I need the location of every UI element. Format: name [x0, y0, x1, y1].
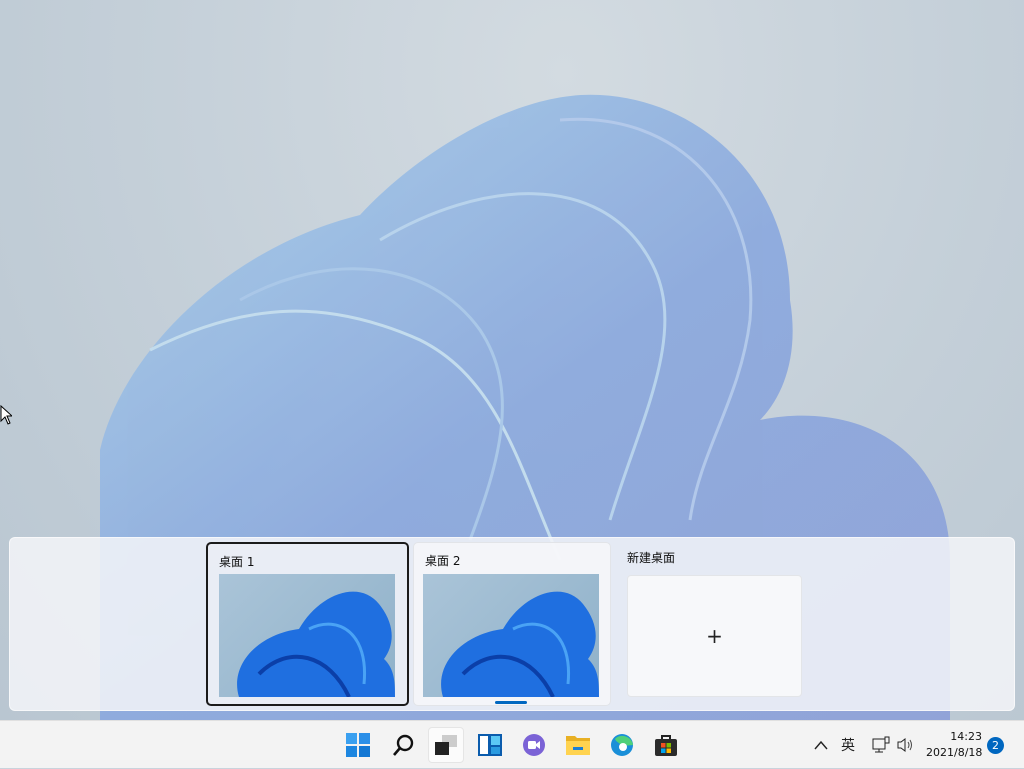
ime-indicator: 英 [841, 735, 855, 755]
teams-chat-icon [522, 733, 546, 757]
network-icon [872, 736, 890, 754]
date: 2021/8/18 [926, 745, 982, 761]
edge-button[interactable] [604, 727, 640, 763]
file-explorer-button[interactable] [560, 727, 596, 763]
plus-icon: + [706, 624, 723, 648]
desktop-card-2[interactable]: 桌面 2 [413, 542, 611, 706]
task-view-icon [434, 733, 458, 757]
network-button[interactable] [872, 721, 890, 769]
widgets-button[interactable] [472, 727, 508, 763]
active-desktop-indicator [495, 701, 527, 704]
volume-button[interactable] [897, 721, 915, 769]
file-explorer-icon [566, 733, 590, 757]
chat-button[interactable] [516, 727, 552, 763]
desktop-label: 桌面 1 [219, 553, 254, 570]
desktop-thumbnail [423, 574, 599, 697]
edge-icon [610, 733, 634, 757]
input-method-button[interactable]: 英 [841, 721, 855, 769]
start-button[interactable] [340, 727, 376, 763]
mouse-cursor-icon [0, 405, 12, 429]
taskbar: 英 14:23 2021/8/18 2 [0, 720, 1024, 768]
store-icon [654, 733, 678, 757]
chevron-up-icon [814, 740, 828, 750]
windows-start-icon [346, 733, 370, 757]
new-desktop-button[interactable]: + [627, 575, 802, 697]
store-button[interactable] [648, 727, 684, 763]
time: 14:23 [926, 729, 982, 745]
task-view-button[interactable] [428, 727, 464, 763]
clock[interactable]: 14:23 2021/8/18 [926, 729, 982, 761]
show-hidden-icons-button[interactable] [814, 721, 828, 769]
search-button[interactable] [385, 727, 421, 763]
search-icon [391, 733, 415, 757]
widgets-icon [478, 733, 502, 757]
desktop-card-1[interactable]: 桌面 1 [206, 542, 409, 706]
desktop-thumbnail [219, 574, 395, 697]
desktop-label: 桌面 2 [425, 552, 460, 569]
new-desktop-card[interactable]: 新建桌面 + [617, 542, 810, 706]
notification-badge[interactable]: 2 [987, 737, 1004, 754]
new-desktop-label: 新建桌面 [627, 549, 675, 566]
volume-icon [897, 737, 915, 753]
